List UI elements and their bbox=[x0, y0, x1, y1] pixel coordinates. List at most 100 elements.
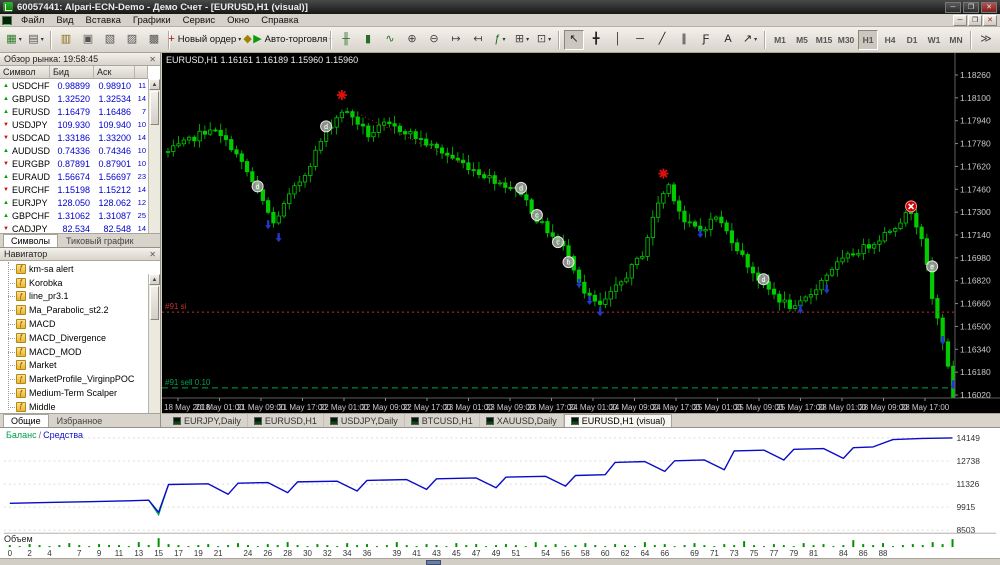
chart-tab-2[interactable]: EURUSD,H1 bbox=[248, 414, 324, 427]
minimize-button[interactable]: ─ bbox=[945, 1, 961, 13]
cursor-button[interactable]: ↖ bbox=[564, 29, 584, 50]
trendline-button[interactable]: ╱ bbox=[652, 30, 672, 50]
horizontal-scrollbar[interactable] bbox=[0, 558, 1000, 565]
close-button[interactable]: ✕ bbox=[981, 1, 997, 13]
table-row[interactable]: ▲ AUDUSD 0.74336 0.74346 10 bbox=[0, 144, 148, 157]
new-chart-button[interactable]: ▦ ▾ bbox=[4, 30, 24, 50]
market-watch-scrollbar[interactable]: ▲ bbox=[148, 79, 160, 233]
scrollbar-thumb[interactable] bbox=[426, 560, 441, 565]
restore-button[interactable]: ❐ bbox=[963, 1, 979, 13]
market-watch-toggle[interactable]: ▥ bbox=[56, 30, 76, 50]
navigator-item[interactable]: ƒ Ma_Parabolic_st2.2 bbox=[6, 303, 160, 317]
navigator-item[interactable]: ƒ MACD bbox=[6, 317, 160, 331]
navigator-item[interactable]: ƒ Medium-Term Scalper bbox=[6, 386, 160, 400]
menu-item-6[interactable]: Окно bbox=[221, 15, 255, 26]
vertical-line-button[interactable]: │ bbox=[608, 30, 628, 50]
scrollbar-thumb[interactable] bbox=[150, 91, 159, 125]
auto-scroll-button[interactable]: ↦ bbox=[446, 30, 466, 50]
mdi-close-button[interactable]: ✕ bbox=[983, 14, 997, 26]
price-chart[interactable]: #91 si #91 sell 0.10 d d d c c b d e 1.18260 1.1810… bbox=[162, 53, 1000, 413]
timeframe-mn-button[interactable]: MN bbox=[946, 30, 966, 50]
periods-button[interactable]: ⊞ ▾ bbox=[512, 30, 532, 50]
price-chart-canvas[interactable]: #91 si #91 sell 0.10 d d d c c b d e 1.18260 1.1810… bbox=[162, 53, 1000, 413]
navigator-item[interactable]: ƒ line_pr3.1 bbox=[6, 290, 160, 304]
menu-item-4[interactable]: Графики bbox=[127, 15, 177, 26]
channel-button-icon: ∥ bbox=[681, 33, 687, 45]
navigator-item[interactable]: ƒ Market bbox=[6, 359, 160, 373]
navigator-toggle[interactable]: ▧ bbox=[100, 30, 120, 50]
timeframe-m15-button[interactable]: M15 bbox=[814, 30, 834, 50]
chart-tab-4[interactable]: BTCUSD,H1 bbox=[405, 414, 480, 427]
crosshair-button[interactable]: ╋ bbox=[586, 30, 606, 50]
navigator-item[interactable]: ƒ Middle bbox=[6, 400, 160, 413]
chart-tab-6[interactable]: EURUSD,H1 (visual) bbox=[563, 414, 673, 427]
table-row[interactable]: ▼ EURCHF 1.15198 1.15212 14 bbox=[0, 183, 148, 196]
candlestick-button[interactable]: ▮ bbox=[358, 30, 378, 50]
close-icon[interactable]: ✕ bbox=[149, 55, 156, 64]
toolbar-overflow-button[interactable]: ≫ bbox=[976, 30, 996, 50]
navigator-scrollbar[interactable]: ▲ bbox=[148, 274, 160, 413]
arrows-button[interactable]: ↗ ▾ bbox=[740, 30, 760, 50]
new-order-button[interactable]: + Новый ордер ▾ bbox=[168, 30, 241, 50]
timeframe-h1-button[interactable]: H1 bbox=[858, 29, 878, 50]
table-row[interactable]: ▲ EURJPY 128.050 128.062 12 bbox=[0, 196, 148, 209]
table-row[interactable]: ▲ USDCHF 0.98899 0.98910 11 bbox=[0, 79, 148, 92]
chart-profiles-button[interactable]: ▤ ▾ bbox=[26, 30, 46, 50]
terminal-toggle[interactable]: ▨ bbox=[122, 30, 142, 50]
timeframe-w1-button[interactable]: W1 bbox=[924, 30, 944, 50]
navigator-title: Навигатор bbox=[4, 249, 48, 259]
horizontal-line-button[interactable]: ─ bbox=[630, 30, 650, 50]
timeframe-m30-button[interactable]: M30 bbox=[836, 30, 856, 50]
menu-item-5[interactable]: Сервис bbox=[177, 15, 222, 26]
navigator-tab-2[interactable]: Избранное bbox=[49, 414, 111, 427]
timeframe-m1-button[interactable]: M1 bbox=[770, 30, 790, 50]
tester-graph-canvas[interactable]: 141491273811326991585030 2 4 7 9 11 13 15 17 19 21… bbox=[0, 428, 1000, 558]
scrollbar-thumb[interactable] bbox=[150, 286, 159, 320]
mdi-minimize-button[interactable]: ─ bbox=[953, 14, 967, 26]
menu-item-3[interactable]: Вставка bbox=[80, 15, 127, 26]
scroll-up-button[interactable]: ▲ bbox=[149, 274, 160, 285]
indicators-button[interactable]: ƒ ▾ bbox=[490, 30, 510, 50]
timeframe-m5-button[interactable]: M5 bbox=[792, 30, 812, 50]
table-row[interactable]: ▲ EURUSD 1.16479 1.16486 7 bbox=[0, 105, 148, 118]
navigator-item[interactable]: ƒ Korobka bbox=[6, 276, 160, 290]
chart-tab-5[interactable]: XAUUSD,Daily bbox=[480, 414, 564, 427]
bar-chart-button[interactable]: ╫ bbox=[336, 30, 356, 50]
chart-shift-button[interactable]: ↤ bbox=[468, 30, 488, 50]
templates-button[interactable]: ⊡ ▾ bbox=[534, 30, 554, 50]
zoom-out-button[interactable]: ⊖ bbox=[424, 30, 444, 50]
zoom-in-button[interactable]: ⊕ bbox=[402, 30, 422, 50]
market-watch-tab-2[interactable]: Тиковый график bbox=[58, 234, 142, 247]
navigator-item[interactable]: ƒ MACD_MOD bbox=[6, 345, 160, 359]
navigator-item[interactable]: ƒ MarketProfile_VirginpPOC bbox=[6, 372, 160, 386]
table-row[interactable]: ▲ GBPUSD 1.32520 1.32534 14 bbox=[0, 92, 148, 105]
navigator-tab-1[interactable]: Общие bbox=[3, 414, 49, 427]
autotrading-button[interactable]: ▶ Авто-торговля ▾ bbox=[253, 30, 332, 50]
table-row[interactable]: ▲ EURAUD 1.56674 1.56697 23 bbox=[0, 170, 148, 183]
navigator-item[interactable]: ƒ MACD_Divergence bbox=[6, 331, 160, 345]
chart-tab-1[interactable]: EURJPY,Daily bbox=[167, 414, 248, 427]
close-icon[interactable]: ✕ bbox=[149, 250, 156, 259]
mdi-restore-button[interactable]: ❐ bbox=[968, 14, 982, 26]
text-button[interactable]: A bbox=[718, 30, 738, 50]
timeframe-h4-button[interactable]: H4 bbox=[880, 30, 900, 50]
menu-item-2[interactable]: Вид bbox=[50, 15, 79, 26]
table-row[interactable]: ▼ CADJPY 82.534 82.548 14 bbox=[0, 222, 148, 234]
fibonacci-button[interactable]: Ƒ bbox=[696, 30, 716, 50]
chart-tab-3[interactable]: USDJPY,Daily bbox=[324, 414, 405, 427]
timeframe-d1-button[interactable]: D1 bbox=[902, 30, 922, 50]
data-window-toggle[interactable]: ▣ bbox=[78, 30, 98, 50]
menu-item-1[interactable]: Файл bbox=[15, 15, 50, 26]
channel-button[interactable]: ∥ bbox=[674, 30, 694, 50]
table-row[interactable]: ▼ EURGBP 0.87891 0.87901 10 bbox=[0, 157, 148, 170]
table-row[interactable]: ▼ USDCAD 1.33186 1.33200 14 bbox=[0, 131, 148, 144]
line-chart-button[interactable]: ∿ bbox=[380, 30, 400, 50]
titlebar[interactable]: 60057441: Alpari-ECN-Demo - Демо Счет - … bbox=[0, 0, 1000, 14]
table-row[interactable]: ▲ GBPCHF 1.31062 1.31087 25 bbox=[0, 209, 148, 222]
table-row[interactable]: ▼ USDJPY 109.930 109.940 10 bbox=[0, 118, 148, 131]
scroll-up-button[interactable]: ▲ bbox=[149, 79, 160, 90]
strategy-tester-toggle[interactable]: ▩ bbox=[144, 30, 164, 50]
market-watch-tab-1[interactable]: Символы bbox=[3, 234, 58, 247]
menu-item-7[interactable]: Справка bbox=[255, 15, 304, 26]
navigator-item[interactable]: ƒ km-sa alert bbox=[6, 262, 160, 276]
